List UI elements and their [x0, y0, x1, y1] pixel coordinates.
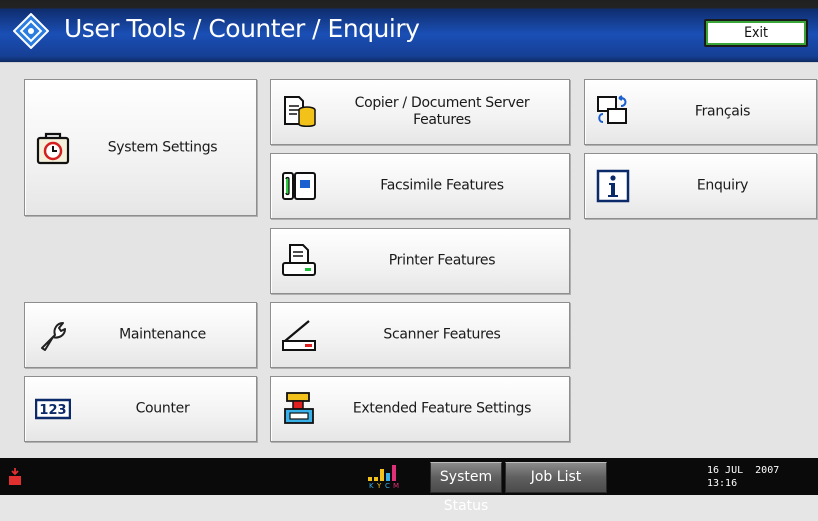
- system-settings-button[interactable]: System Settings: [24, 79, 257, 216]
- info-icon: [596, 169, 630, 203]
- document-server-icon: [284, 96, 316, 127]
- kycm-k: K: [369, 482, 374, 489]
- counter-label: Counter: [135, 400, 190, 417]
- copier-label: Copier / Document Server Features: [321, 95, 563, 129]
- enquiry-label: Enquiry: [696, 177, 749, 194]
- toner-levels-icon: K Y C M: [368, 465, 399, 489]
- copier-document-server-button[interactable]: Copier / Document Server Features: [270, 79, 570, 145]
- kycm-c: C: [385, 482, 390, 489]
- status-bar: K Y C M System Status Job List 16 JUL 20…: [0, 458, 818, 514]
- facsimile-features-button[interactable]: Facsimile Features: [270, 153, 570, 219]
- maintenance-label: Maintenance: [119, 326, 206, 343]
- fax-icon: [282, 172, 316, 200]
- date-display: 16 JUL 2007: [707, 465, 780, 476]
- extended-feature-settings-button[interactable]: Extended Feature Settings: [270, 376, 570, 442]
- alarm-clock-icon: [36, 132, 70, 164]
- system-settings-label: System Settings: [107, 139, 218, 155]
- main-panel: System Settings Maintenance 123 Counter …: [0, 62, 818, 459]
- title-bar: User Tools / Counter / Enquiry Exit: [0, 0, 818, 62]
- printer-label: Printer Features: [388, 252, 496, 269]
- wrench-icon: [41, 322, 66, 351]
- counter-button[interactable]: 123 Counter: [24, 376, 257, 442]
- toner-warning-icon: [9, 468, 21, 485]
- maintenance-button[interactable]: Maintenance: [24, 302, 257, 368]
- printer-icon: [282, 244, 316, 276]
- date-time: 16 JUL 2007 13:16: [707, 464, 779, 490]
- language-button[interactable]: Français: [584, 79, 817, 145]
- enquiry-button[interactable]: Enquiry: [584, 153, 817, 219]
- scanner-features-button[interactable]: Scanner Features: [270, 302, 570, 368]
- counter-123-icon: 123: [35, 398, 71, 420]
- kycm-m: M: [393, 482, 399, 489]
- language-switch-icon: [597, 95, 627, 124]
- exit-button[interactable]: Exit: [704, 19, 808, 47]
- job-list-button[interactable]: Job List: [505, 462, 607, 493]
- copier-label-line2: Features: [413, 112, 471, 128]
- time-display: 13:16: [707, 478, 738, 489]
- extended-settings-icon: [284, 392, 314, 424]
- language-label: Français: [694, 103, 751, 120]
- diamond-logo-icon: [13, 13, 49, 49]
- system-status-button[interactable]: System Status: [430, 462, 502, 514]
- scanner-label: Scanner Features: [383, 326, 501, 343]
- extended-label: Extended Feature Settings: [352, 400, 532, 417]
- printer-features-button[interactable]: Printer Features: [270, 228, 570, 294]
- scanner-icon: [282, 320, 316, 351]
- svg-text:123: 123: [39, 403, 66, 418]
- copier-label-line1: Copier / Document Server: [354, 95, 530, 111]
- kycm-y: Y: [376, 482, 382, 489]
- facsimile-label: Facsimile Features: [380, 177, 504, 194]
- page-title: User Tools / Counter / Enquiry: [64, 14, 420, 43]
